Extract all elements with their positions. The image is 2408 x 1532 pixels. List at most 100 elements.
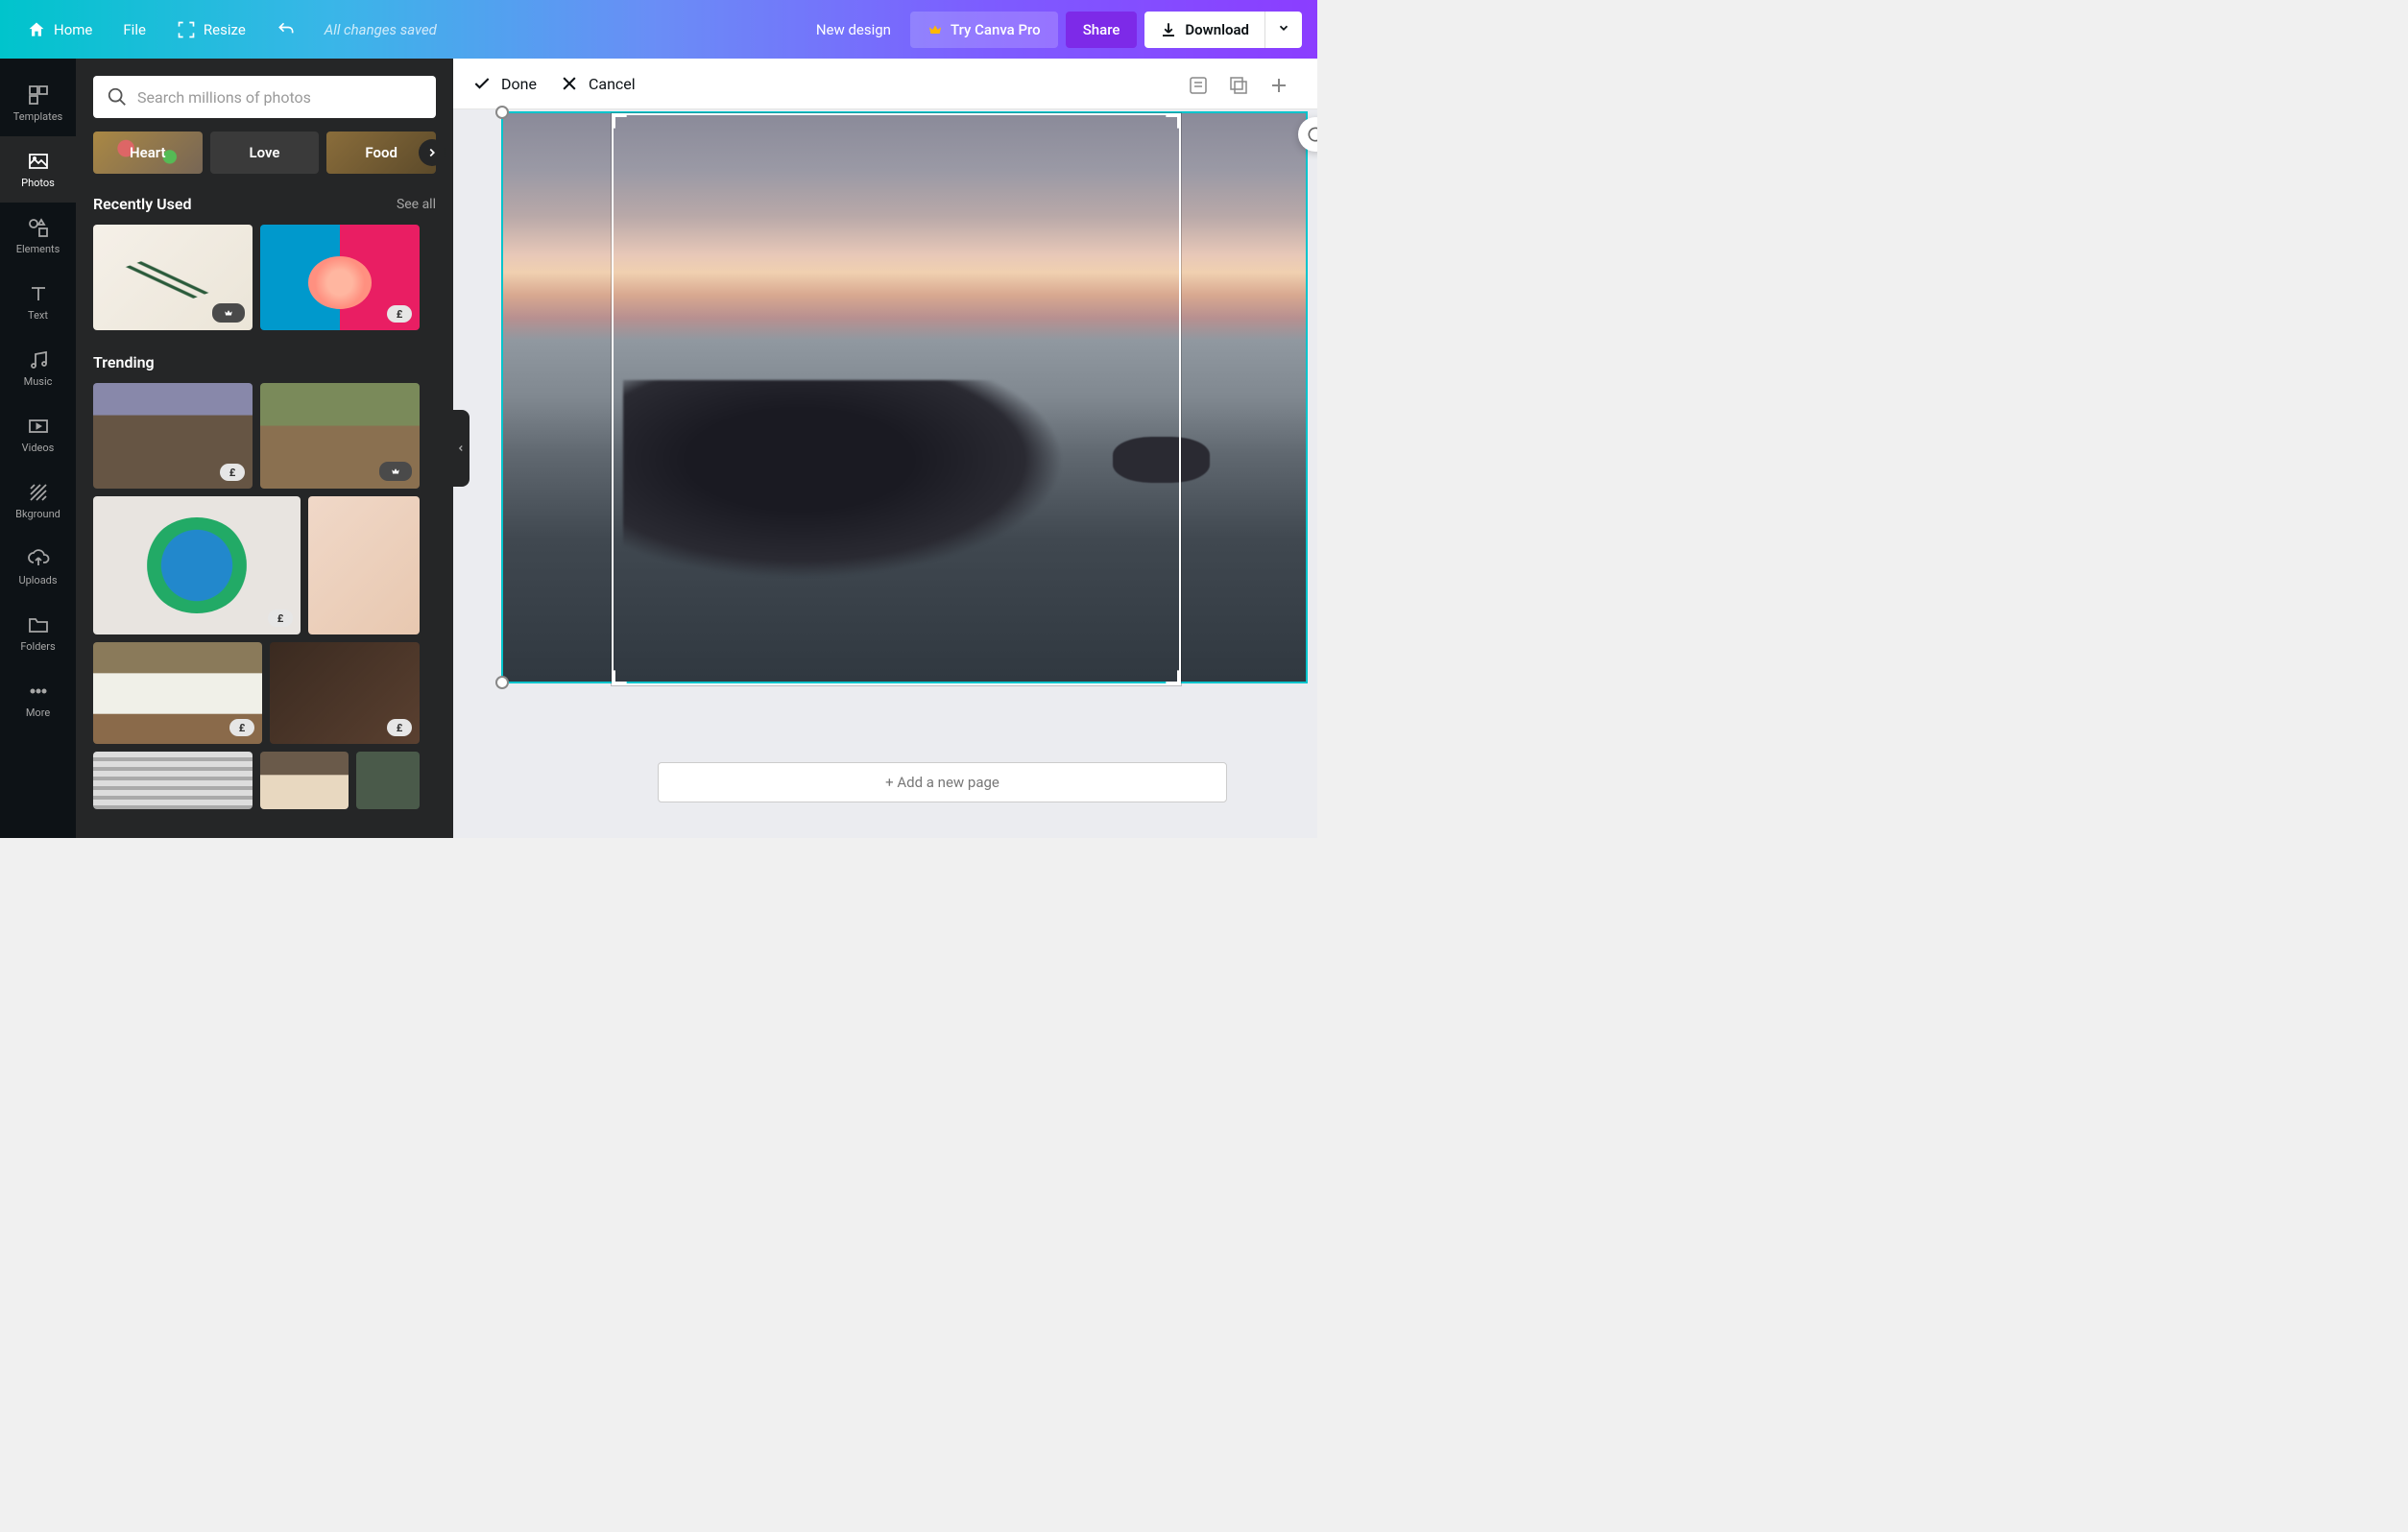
refresh-icon <box>1306 125 1317 144</box>
download-dropdown[interactable] <box>1264 12 1302 48</box>
crop-frame[interactable] <box>612 113 1181 685</box>
text-icon <box>27 282 50 305</box>
resize-button[interactable]: Resize <box>165 12 257 47</box>
cancel-button[interactable]: Cancel <box>560 74 636 93</box>
recently-used-title: Recently Used <box>93 195 191 213</box>
recently-used-grid: £ <box>93 225 436 330</box>
image-bounds[interactable] <box>501 111 1308 683</box>
undo-button[interactable] <box>265 12 307 47</box>
rail-music[interactable]: Music <box>0 335 76 401</box>
rail-label: Bkground <box>15 508 60 520</box>
premium-badge <box>379 462 412 481</box>
recently-used-header: Recently Used See all <box>93 195 436 213</box>
rail-label: Templates <box>13 110 62 123</box>
resize-icon <box>177 20 196 39</box>
chip-heart[interactable]: Heart <box>93 132 203 174</box>
photo-thumb[interactable] <box>260 383 420 489</box>
chip-love[interactable]: Love <box>210 132 320 174</box>
photo-thumb[interactable] <box>260 752 349 809</box>
rail-background[interactable]: Bkground <box>0 467 76 534</box>
paid-badge: £ <box>387 719 412 736</box>
canvas-tools <box>1187 74 1290 97</box>
photos-panel: Heart Love Food Recently Used See all £ … <box>76 59 453 838</box>
done-label: Done <box>501 75 537 93</box>
crown-icon <box>389 467 402 476</box>
chevron-down-icon <box>1277 21 1290 35</box>
file-menu[interactable]: File <box>111 13 157 46</box>
music-icon <box>27 348 50 371</box>
photo-thumb[interactable]: £ <box>93 383 253 489</box>
side-rail: Templates Photos Elements Text Music Vid… <box>0 59 76 838</box>
paid-badge: £ <box>268 610 293 627</box>
photo-thumb[interactable] <box>356 752 420 809</box>
chevron-left-icon <box>456 442 466 455</box>
download-button-group: Download <box>1144 12 1302 48</box>
crop-handle-tl[interactable] <box>611 112 630 132</box>
search-input[interactable] <box>137 88 422 107</box>
close-icon <box>560 74 579 93</box>
save-status: All changes saved <box>325 21 437 38</box>
rail-label: More <box>26 706 50 719</box>
photo-thumb[interactable] <box>93 752 253 809</box>
crown-icon <box>222 308 235 318</box>
photo-thumb[interactable]: £ <box>270 642 420 744</box>
home-button[interactable]: Home <box>15 12 104 47</box>
download-icon <box>1160 21 1177 38</box>
photo-thumb[interactable] <box>93 225 253 330</box>
duplicate-icon[interactable] <box>1227 74 1250 97</box>
share-button[interactable]: Share <box>1066 12 1138 48</box>
resize-handle-bl[interactable] <box>495 676 509 689</box>
cancel-label: Cancel <box>589 75 636 93</box>
crop-handle-br[interactable] <box>1163 667 1182 686</box>
see-all-link[interactable]: See all <box>397 197 436 212</box>
rail-videos[interactable]: Videos <box>0 401 76 467</box>
chevron-right-icon <box>425 146 439 159</box>
download-button[interactable]: Download <box>1144 12 1264 48</box>
rail-photos[interactable]: Photos <box>0 136 76 203</box>
notes-icon[interactable] <box>1187 74 1210 97</box>
check-icon <box>472 74 492 93</box>
rail-elements[interactable]: Elements <box>0 203 76 269</box>
crown-icon <box>927 22 943 37</box>
rail-label: Text <box>28 309 48 322</box>
rail-label: Elements <box>16 243 60 255</box>
search-icon <box>107 86 128 108</box>
search-box[interactable] <box>93 76 436 118</box>
rail-label: Music <box>24 375 53 388</box>
home-icon <box>27 20 46 39</box>
done-button[interactable]: Done <box>472 74 537 93</box>
undo-icon <box>277 20 296 39</box>
rail-folders[interactable]: Folders <box>0 600 76 666</box>
rail-uploads[interactable]: Uploads <box>0 534 76 600</box>
resize-label: Resize <box>204 21 246 38</box>
top-bar: Home File Resize All changes saved New d… <box>0 0 1317 59</box>
canvas-area: Done Cancel <box>453 59 1317 838</box>
photo-thumb[interactable]: £ <box>260 225 420 330</box>
paid-badge: £ <box>387 305 412 323</box>
new-design-button[interactable]: New design <box>805 13 903 46</box>
rail-text[interactable]: Text <box>0 269 76 335</box>
new-design-label: New design <box>816 21 891 38</box>
folders-icon <box>27 613 50 636</box>
photos-icon <box>27 150 50 173</box>
add-page-icon[interactable] <box>1267 74 1290 97</box>
photo-thumb[interactable]: £ <box>93 642 262 744</box>
chips-next-button[interactable] <box>419 139 445 166</box>
photo-thumb[interactable] <box>308 496 420 634</box>
rail-label: Photos <box>21 177 55 189</box>
photo-thumb[interactable]: £ <box>93 496 301 634</box>
uploads-icon <box>27 547 50 570</box>
file-label: File <box>123 21 146 38</box>
trending-grid: £ £ £ £ <box>93 383 436 809</box>
crop-handle-bl[interactable] <box>611 667 630 686</box>
crop-handle-tr[interactable] <box>1163 112 1182 132</box>
rail-templates[interactable]: Templates <box>0 70 76 136</box>
resize-handle-tl[interactable] <box>495 106 509 119</box>
collapse-panel-button[interactable] <box>453 410 470 487</box>
share-label: Share <box>1083 21 1120 38</box>
try-pro-button[interactable]: Try Canva Pro <box>910 12 1058 48</box>
rail-more[interactable]: More <box>0 666 76 732</box>
add-page-button[interactable]: + Add a new page <box>658 762 1227 802</box>
category-chips: Heart Love Food <box>93 132 436 174</box>
elements-icon <box>27 216 50 239</box>
